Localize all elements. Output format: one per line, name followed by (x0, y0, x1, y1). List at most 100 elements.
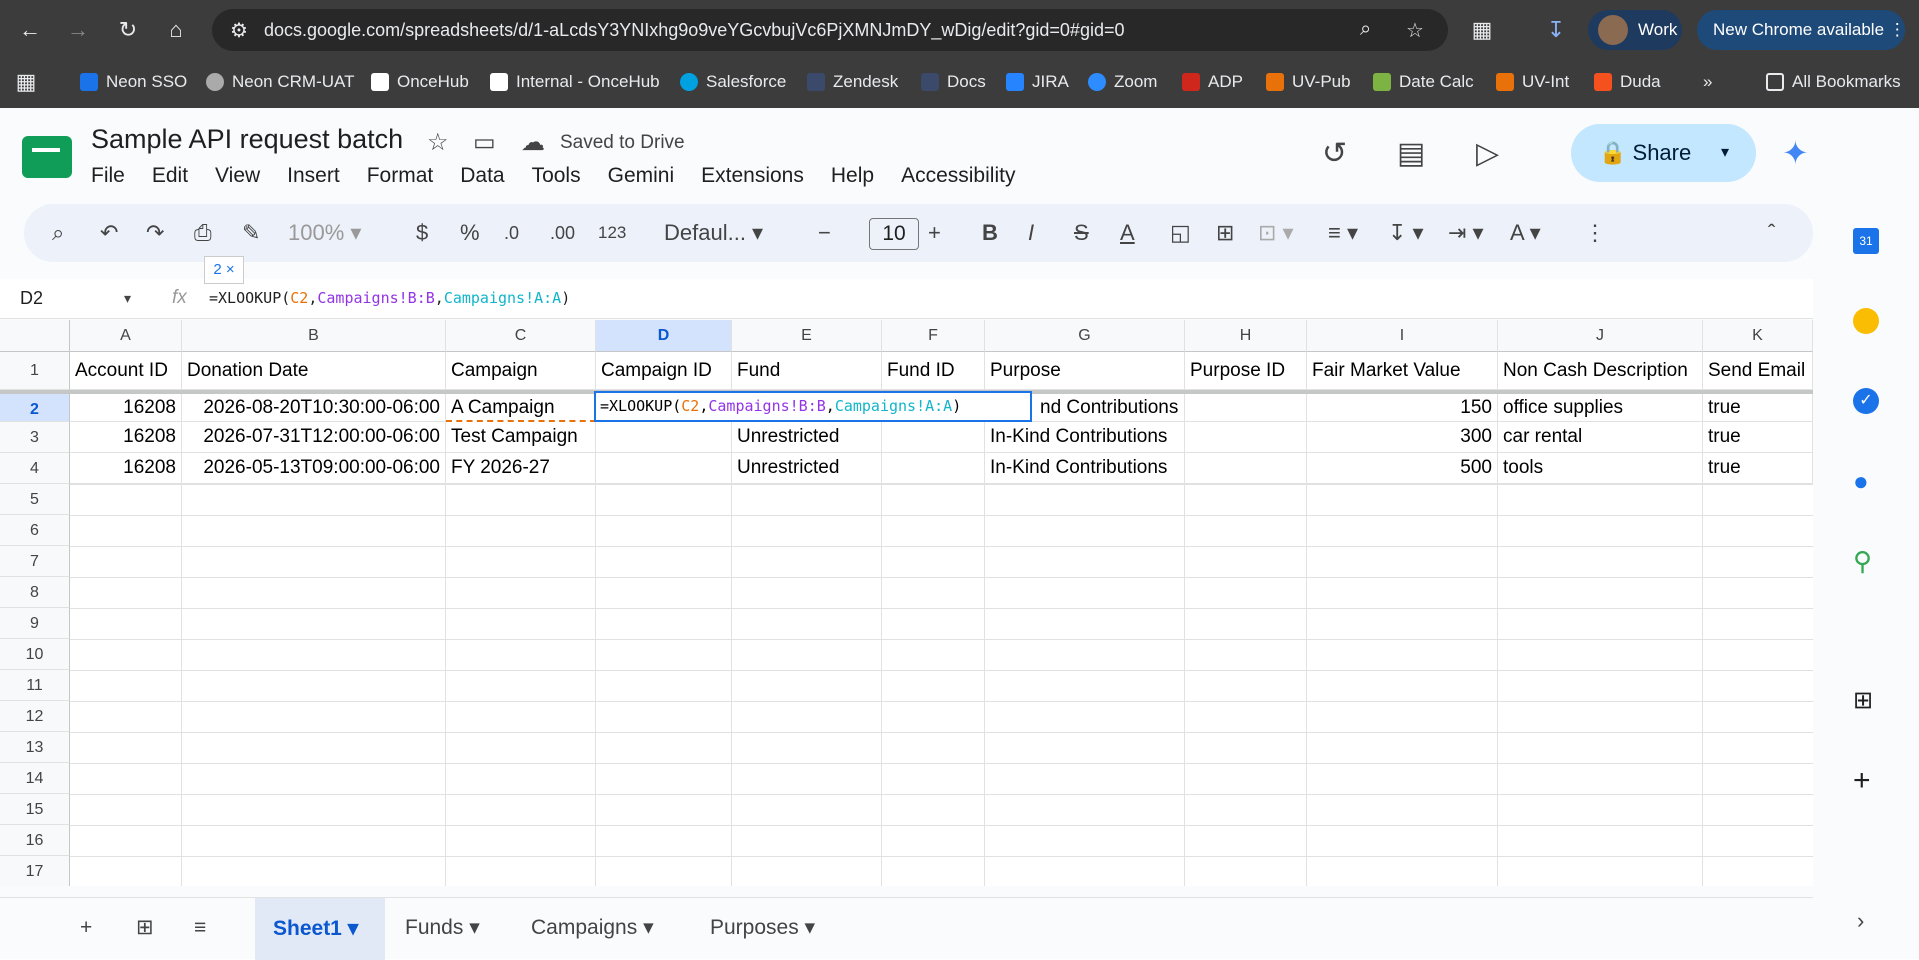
header-cell[interactable]: Donation Date (182, 352, 446, 390)
menu-file[interactable]: File (91, 164, 125, 188)
contacts-icon[interactable]: ● (1853, 468, 1879, 494)
data-cell[interactable]: office supplies (1498, 394, 1703, 422)
row-header-14[interactable]: 14 (0, 763, 70, 794)
cell-editor-d2[interactable]: =XLOOKUP(C2,Campaigns!B:B,Campaigns!A:A) (594, 391, 1032, 422)
row-header-16[interactable]: 16 (0, 825, 70, 856)
select-all-corner[interactable] (0, 320, 70, 352)
zoom-select[interactable]: 100% ▾ (288, 220, 361, 246)
menu-accessibility[interactable]: Accessibility (901, 164, 1015, 188)
add-sheet-icon[interactable]: + (80, 910, 92, 946)
update-chrome-button[interactable]: New Chrome available ⋮ (1697, 10, 1906, 50)
row-header-13[interactable]: 13 (0, 732, 70, 763)
forward-icon[interactable]: → (62, 14, 94, 46)
row-header-6[interactable]: 6 (0, 515, 70, 546)
column-header-k[interactable]: K (1703, 320, 1813, 352)
vertical-align-icon[interactable]: ↧ ▾ (1388, 220, 1424, 246)
header-cell[interactable]: Purpose ID (1185, 352, 1307, 390)
column-header-h[interactable]: H (1185, 320, 1307, 352)
all-bookmarks[interactable]: All Bookmarks (1766, 71, 1901, 93)
home-icon[interactable]: ⌂ (160, 14, 192, 46)
bookmark-zendesk[interactable]: Zendesk (807, 71, 898, 93)
data-cell[interactable]: 500 (1307, 453, 1498, 484)
share-button[interactable]: 🔒 Share ▾ (1571, 124, 1756, 182)
header-cell[interactable]: Purpose (985, 352, 1185, 390)
italic-button[interactable]: I (1028, 220, 1034, 246)
data-cell[interactable] (596, 453, 732, 484)
more-options-icon[interactable]: ⋮ (1584, 220, 1606, 246)
row-header-12[interactable]: 12 (0, 701, 70, 732)
menu-edit[interactable]: Edit (152, 164, 188, 188)
data-cell[interactable]: Test Campaign (446, 422, 596, 453)
calendar-icon[interactable]: 31 (1853, 228, 1879, 254)
share-dropdown-icon[interactable]: ▾ (1721, 142, 1729, 162)
row-header-9[interactable]: 9 (0, 608, 70, 639)
data-cell[interactable]: 16208 (70, 422, 182, 453)
document-title[interactable]: Sample API request batch (91, 124, 403, 155)
row-header-2[interactable]: 2 (0, 390, 70, 422)
font-size-decrease[interactable]: − (818, 220, 831, 246)
column-header-f[interactable]: F (882, 320, 985, 352)
data-cell[interactable] (882, 453, 985, 484)
header-cell[interactable]: Account ID (70, 352, 182, 390)
downloads-icon[interactable]: ↧ (1540, 14, 1572, 46)
text-color-button[interactable]: A (1120, 220, 1135, 246)
header-cell[interactable]: Campaign (446, 352, 596, 390)
zoom-icon[interactable]: ⌕ (1360, 18, 1371, 41)
bookmark-oncehub[interactable]: OnceHub (371, 71, 469, 93)
star-icon[interactable]: ☆ (427, 128, 449, 157)
extensions-icon[interactable]: ▦ (1466, 14, 1498, 46)
apps-script-icon[interactable]: ⊞ (1853, 688, 1879, 714)
menu-data[interactable]: Data (460, 164, 504, 188)
data-cell[interactable]: In-Kind Contributions (985, 453, 1185, 484)
back-icon[interactable]: ← (14, 14, 46, 46)
bookmark-salesforce[interactable]: Salesforce (680, 71, 786, 93)
reload-icon[interactable]: ↻ (112, 14, 144, 46)
menu-view[interactable]: View (215, 164, 260, 188)
bookmark-date-calc[interactable]: Date Calc (1373, 71, 1474, 93)
data-cell[interactable]: true (1703, 394, 1813, 422)
bookmark-uv-int[interactable]: UV-Int (1496, 71, 1569, 93)
referenced-cell-c2[interactable]: A Campaign (446, 394, 596, 422)
menu-help[interactable]: Help (831, 164, 874, 188)
sheet-list-icon[interactable]: ≡ (194, 910, 206, 946)
empty-rows[interactable] (70, 484, 1813, 886)
data-cell[interactable]: true (1703, 453, 1813, 484)
fill-color-icon[interactable]: ◱ (1170, 220, 1191, 246)
data-cell[interactable]: 300 (1307, 422, 1498, 453)
maps-icon[interactable]: ⚲ (1853, 548, 1879, 574)
menu-format[interactable]: Format (367, 164, 434, 188)
data-cell[interactable]: 2026-07-31T12:00:00-06:00 (182, 422, 446, 453)
font-select[interactable]: Defaul... ▾ (664, 220, 763, 246)
decrease-decimal[interactable]: .0 (504, 220, 519, 246)
header-cell[interactable]: Fund (732, 352, 882, 390)
data-cell[interactable] (596, 422, 732, 453)
bookmark-docs[interactable]: Docs (921, 71, 986, 93)
print-icon[interactable]: ⎙ (194, 220, 212, 246)
menu-insert[interactable]: Insert (287, 164, 340, 188)
bookmark-uv-pub[interactable]: UV-Pub (1266, 71, 1351, 93)
row-header-5[interactable]: 5 (0, 484, 70, 515)
percent-format[interactable]: % (460, 220, 480, 246)
row-header-11[interactable]: 11 (0, 670, 70, 701)
formula-input[interactable]: =XLOOKUP(C2,Campaigns!B:B,Campaigns!A:A) (209, 289, 570, 307)
data-cell[interactable]: FY 2026-27 (446, 453, 596, 484)
apps-icon[interactable]: ▦ (10, 66, 42, 98)
bookmark-neon-crm[interactable]: Neon CRM-UAT (206, 71, 354, 93)
data-cell[interactable]: car rental (1498, 422, 1703, 453)
header-cell[interactable]: Fund ID (882, 352, 985, 390)
bold-button[interactable]: B (982, 220, 998, 246)
redo-icon[interactable]: ↷ (146, 220, 164, 246)
meet-icon[interactable]: ▷ (1476, 136, 1499, 171)
name-box-dropdown-icon[interactable]: ▾ (124, 290, 131, 307)
data-cell[interactable]: 2026-08-20T10:30:00-06:00 (182, 394, 446, 422)
collaborator-badge[interactable]: 2 × (204, 256, 244, 284)
horizontal-align-icon[interactable]: ≡ ▾ (1328, 220, 1358, 246)
bookmark-duda[interactable]: Duda (1594, 71, 1661, 93)
text-wrapping-icon[interactable]: ⇥ ▾ (1448, 220, 1484, 246)
bookmark-jira[interactable]: JIRA (1006, 71, 1069, 93)
column-header-e[interactable]: E (732, 320, 882, 352)
data-cell[interactable]: Unrestricted (732, 453, 882, 484)
bookmark-neon-sso[interactable]: Neon SSO (80, 71, 187, 93)
keep-icon[interactable] (1853, 308, 1879, 334)
more-bookmarks-icon[interactable]: » (1703, 71, 1712, 93)
